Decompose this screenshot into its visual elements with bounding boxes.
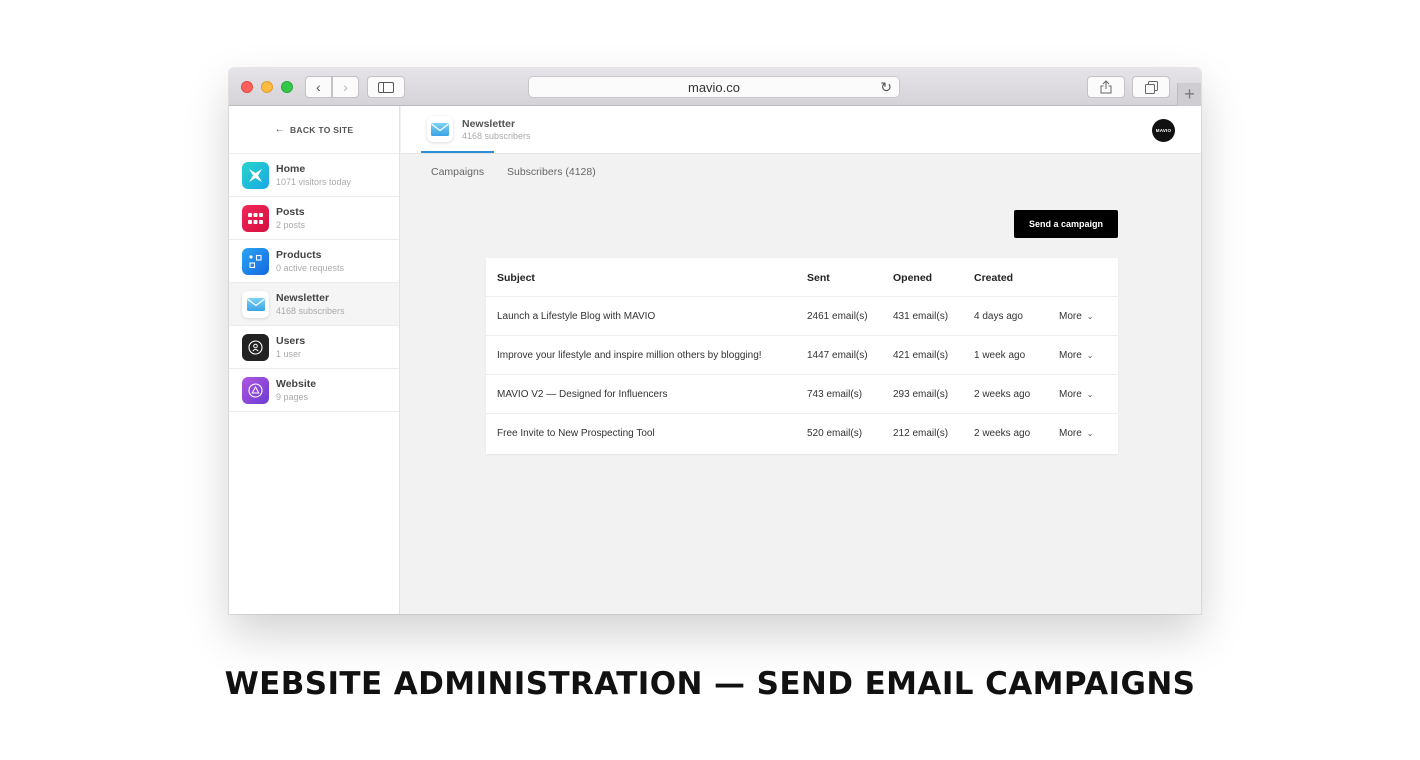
- tabs-overview-button[interactable]: [1132, 76, 1170, 98]
- more-label: More: [1059, 311, 1082, 322]
- tab-subscribers[interactable]: Subscribers (4128): [507, 166, 596, 178]
- campaign-sent-count: 2461 email(s): [807, 311, 868, 322]
- more-dropdown[interactable]: More ⌄: [1059, 297, 1094, 336]
- campaign-opened-count: 421 email(s): [893, 350, 949, 361]
- home-app-icon: [242, 161, 269, 189]
- products-app-icon: [242, 247, 269, 275]
- new-tab-button[interactable]: +: [1177, 83, 1201, 106]
- zoom-window-button[interactable]: [281, 81, 293, 93]
- sidebar-icon: [378, 81, 394, 93]
- more-dropdown[interactable]: More ⌄: [1059, 375, 1094, 414]
- users-app-icon: [242, 333, 269, 361]
- tab-campaigns[interactable]: Campaigns: [431, 166, 484, 178]
- more-label: More: [1059, 389, 1082, 400]
- table-row[interactable]: Improve your lifestyle and inspire milli…: [486, 336, 1118, 375]
- newsletter-icon: [427, 116, 453, 142]
- chevron-down-icon: ⌄: [1086, 390, 1094, 399]
- table-row[interactable]: MAVIO V2 — Designed for Influencers 743 …: [486, 375, 1118, 414]
- table-row[interactable]: Launch a Lifestyle Blog with MAVIO 2461 …: [486, 297, 1118, 336]
- campaign-sent-count: 520 email(s): [807, 428, 863, 439]
- sidebar-item-label: Posts: [276, 206, 305, 218]
- sidebar-item-label: Home: [276, 163, 306, 175]
- sidebar-item-label: Website: [276, 378, 317, 390]
- more-label: More: [1059, 350, 1082, 361]
- campaign-created-date: 2 weeks ago: [974, 389, 1031, 400]
- send-campaign-button[interactable]: Send a campaign: [1014, 210, 1118, 238]
- campaign-subject[interactable]: Free Invite to New Prospecting Tool: [497, 414, 655, 453]
- address-bar[interactable]: mavio.co ↻: [528, 76, 900, 98]
- share-button[interactable]: [1087, 76, 1125, 98]
- sidebar-item-sublabel: 9 pages: [276, 392, 309, 402]
- column-header-created: Created: [974, 271, 1014, 284]
- close-window-button[interactable]: [241, 81, 253, 93]
- main-content: Newsletter 4168 subscribers MAVIO Campai…: [401, 106, 1201, 614]
- more-label: More: [1059, 428, 1082, 439]
- active-section-indicator: [421, 151, 494, 153]
- sidebar: ← BACK TO SITE Home 1071 visitors today …: [229, 106, 400, 614]
- more-dropdown[interactable]: More ⌄: [1059, 336, 1094, 375]
- sidebar-item-users[interactable]: Users 1 user: [229, 326, 399, 369]
- browser-window: ‹ › mavio.co ↻ + ← BACK TO SITE Home 107…: [229, 68, 1201, 614]
- share-icon: [1100, 80, 1112, 94]
- forward-button[interactable]: ›: [332, 76, 359, 98]
- campaign-created-date: 4 days ago: [974, 311, 1023, 322]
- minimize-window-button[interactable]: [261, 81, 273, 93]
- page-header: Newsletter 4168 subscribers MAVIO: [401, 106, 1201, 154]
- sidebar-toggle-button[interactable]: [367, 76, 405, 98]
- page-caption: WEBSITE ADMINISTRATION — SEND EMAIL CAMP…: [224, 666, 1196, 702]
- campaign-sent-count: 1447 email(s): [807, 350, 868, 361]
- chevron-down-icon: ⌄: [1086, 312, 1094, 321]
- campaign-subject[interactable]: Improve your lifestyle and inspire milli…: [497, 336, 762, 375]
- sidebar-item-home[interactable]: Home 1071 visitors today: [229, 154, 399, 197]
- browser-titlebar: ‹ › mavio.co ↻ +: [229, 68, 1201, 106]
- campaign-opened-count: 212 email(s): [893, 428, 949, 439]
- posts-app-icon: [242, 204, 269, 232]
- campaign-opened-count: 431 email(s): [893, 311, 949, 322]
- campaign-created-date: 1 week ago: [974, 350, 1026, 361]
- back-button[interactable]: ‹: [305, 76, 332, 98]
- back-to-site-label: BACK TO SITE: [289, 124, 354, 135]
- chevron-down-icon: ⌄: [1086, 429, 1094, 438]
- sidebar-item-label: Products: [276, 249, 322, 261]
- more-dropdown[interactable]: More ⌄: [1059, 414, 1094, 453]
- column-header-sent: Sent: [807, 271, 830, 284]
- sidebar-item-sublabel: 0 active requests: [276, 263, 345, 273]
- plus-icon: +: [1184, 84, 1195, 104]
- sidebar-item-sublabel: 1071 visitors today: [276, 177, 352, 187]
- reload-icon[interactable]: ↻: [880, 79, 892, 96]
- chevron-right-icon: ›: [343, 79, 348, 95]
- mavio-logo[interactable]: MAVIO: [1152, 119, 1175, 142]
- sidebar-item-newsletter[interactable]: Newsletter 4168 subscribers: [229, 283, 399, 326]
- campaign-subject[interactable]: MAVIO V2 — Designed for Influencers: [497, 375, 667, 414]
- campaign-opened-count: 293 email(s): [893, 389, 949, 400]
- newsletter-app-icon: [242, 290, 269, 318]
- sidebar-item-posts[interactable]: Posts 2 posts: [229, 197, 399, 240]
- chevron-left-icon: ‹: [316, 79, 321, 95]
- table-row[interactable]: Free Invite to New Prospecting Tool 520 …: [486, 414, 1118, 453]
- campaigns-table: Subject Sent Opened Created Launch a Lif…: [486, 258, 1118, 454]
- column-header-opened: Opened: [893, 271, 933, 284]
- sidebar-item-sublabel: 4168 subscribers: [276, 306, 345, 316]
- sidebar-item-label: Newsletter: [276, 292, 330, 304]
- url-text: mavio.co: [687, 79, 741, 95]
- website-app-icon: [242, 376, 269, 404]
- sidebar-item-label: Users: [276, 335, 306, 347]
- campaign-sent-count: 743 email(s): [807, 389, 863, 400]
- page-title: Newsletter: [462, 118, 516, 130]
- page-subtitle: 4168 subscribers: [462, 131, 531, 141]
- back-to-site-link[interactable]: ← BACK TO SITE: [229, 106, 399, 154]
- table-header-row: Subject Sent Opened Created: [486, 258, 1118, 297]
- arrow-left-icon: ←: [274, 124, 285, 135]
- sidebar-item-website[interactable]: Website 9 pages: [229, 369, 399, 412]
- campaign-created-date: 2 weeks ago: [974, 428, 1031, 439]
- tabs-icon: [1144, 80, 1158, 94]
- sidebar-item-products[interactable]: Products 0 active requests: [229, 240, 399, 283]
- chevron-down-icon: ⌄: [1086, 351, 1094, 360]
- campaign-subject[interactable]: Launch a Lifestyle Blog with MAVIO: [497, 297, 655, 336]
- column-header-subject: Subject: [497, 271, 535, 284]
- sidebar-item-sublabel: 2 posts: [276, 220, 306, 230]
- sidebar-item-sublabel: 1 user: [276, 349, 302, 359]
